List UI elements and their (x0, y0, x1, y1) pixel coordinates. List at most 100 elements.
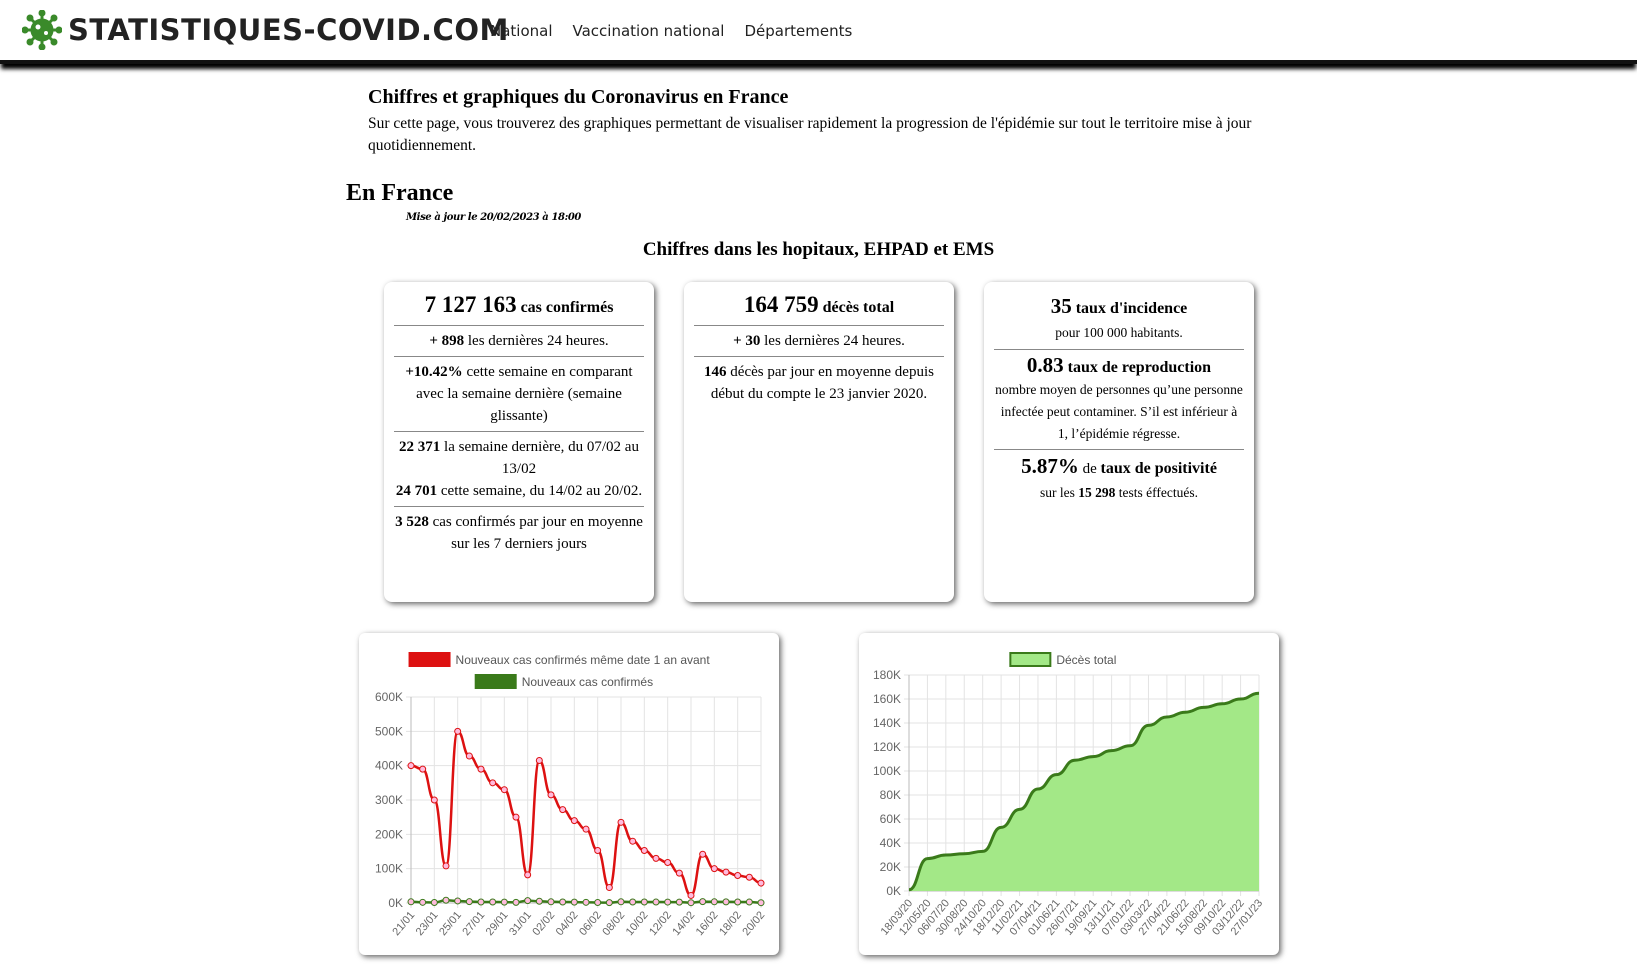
data-point (454, 897, 462, 905)
series-line (410, 730, 762, 897)
data-point (430, 796, 438, 804)
x-tick-label: 12/02 (647, 909, 674, 938)
r-sub: nombre moyen de personnes qu’une personn… (995, 382, 1243, 441)
data-point (407, 762, 415, 770)
update-timestamp: Mise à jour le 20/02/2023 à 18:00 (406, 212, 581, 223)
y-tick-label: 80K (880, 788, 901, 802)
data-point (582, 825, 590, 833)
y-tick-label: 60K (880, 812, 901, 826)
x-tick-label: 10/02 (624, 909, 651, 938)
legend-swatch (408, 652, 451, 667)
x-tick-label: 16/02 (694, 909, 721, 938)
data-point (535, 757, 543, 765)
x-tick-label: 23/01 (414, 909, 441, 938)
data-point (465, 898, 473, 906)
data-point (687, 899, 695, 907)
data-point (699, 850, 707, 858)
deaths-last24-value: + 30 (733, 333, 761, 349)
cases-last24-value: + 898 (429, 333, 465, 349)
cases-last24-label: les dernières 24 heures. (464, 333, 609, 349)
data-point (722, 898, 730, 906)
positivity-sub-pre: sur les (1040, 485, 1079, 500)
deaths-chart-svg: Décès total 0K 20K 40K 60K 80K 100K 120K 140K 160… (873, 652, 1265, 938)
intro-title: Chiffres et graphiques du Coronavirus en… (368, 86, 789, 108)
legend-label: Nouveaux cas confirmés même date 1 an av… (456, 653, 711, 667)
r-label: taux de reproduction (1063, 359, 1212, 376)
cases-week-change: +10.42% (405, 364, 463, 380)
data-point (710, 898, 718, 906)
data-point (722, 868, 730, 876)
data-point (594, 846, 602, 854)
data-point (640, 898, 648, 906)
data-point (629, 837, 637, 845)
intro-text: Sur cette page, vous trouverez des graph… (368, 115, 1252, 154)
y-tick-label: 0K (886, 884, 901, 898)
data-point (582, 898, 590, 906)
data-point (407, 898, 415, 906)
data-point (734, 872, 742, 880)
y-tick-label: 600K (375, 690, 403, 704)
cases-card: 7 127 163 cas confirmés + 898 les derniè… (384, 282, 654, 602)
cases-chart: Nouveaux cas confirmés même date 1 an av… (359, 633, 779, 955)
cases-this-week-value: 24 701 (395, 483, 438, 499)
cases-this-week-label: cette semaine, du 14/02 au 20/02. (437, 483, 643, 499)
x-tick-label: 21/01 (390, 909, 417, 938)
cases-total-label: cas confirmés (516, 299, 614, 316)
y-tick-label: 20K (880, 860, 901, 874)
data-point (430, 898, 438, 906)
x-tick-label: 06/02 (577, 909, 604, 938)
data-point (570, 817, 578, 825)
nav-vaccination-national[interactable]: Vaccination national (573, 22, 725, 40)
data-point (500, 898, 508, 906)
data-point (617, 898, 625, 906)
x-tick-label: 04/02 (554, 909, 581, 938)
y-tick-label: 200K (375, 827, 403, 841)
incidence-value: 35 (1050, 294, 1072, 318)
site-logo[interactable]: STATISTIQUES-COVID.COM (22, 10, 509, 50)
y-tick-label: 100K (375, 862, 403, 876)
cases-last-week-value: 22 371 (399, 439, 441, 455)
data-point (757, 879, 765, 887)
data-point (710, 865, 718, 873)
data-point (594, 898, 602, 906)
data-point (419, 898, 427, 906)
y-tick-label: 100K (873, 764, 901, 778)
data-point (477, 765, 485, 773)
data-point (617, 818, 625, 826)
data-point (664, 898, 672, 906)
y-tick-label: 160K (873, 692, 901, 706)
legend-label: Nouveaux cas confirmés (522, 675, 653, 689)
data-point (524, 871, 532, 879)
incidence-label: taux d'incidence (1071, 300, 1188, 317)
data-point (699, 898, 707, 906)
nav-national[interactable]: National (490, 22, 553, 40)
y-tick-label: 180K (873, 668, 901, 682)
positivity-label: taux de positivité (1100, 460, 1217, 477)
y-tick-label: 300K (375, 793, 403, 807)
x-tick-label: 20/02 (740, 909, 767, 938)
x-tick-label: 25/01 (437, 909, 464, 938)
france-heading: En France (346, 180, 454, 206)
x-tick-label: 08/02 (600, 909, 627, 938)
data-point (512, 898, 520, 906)
deaths-total: 164 759 (743, 292, 819, 317)
deaths-total-label: décès total (818, 299, 895, 316)
data-point (629, 898, 637, 906)
tests-value: 15 298 (1078, 485, 1116, 500)
data-point (640, 846, 648, 854)
virus-icon (22, 10, 62, 50)
data-point (524, 897, 532, 905)
legend-swatch (474, 674, 517, 689)
site-title[interactable]: STATISTIQUES-COVID.COM (68, 13, 509, 47)
y-tick-label: 0K (388, 896, 403, 910)
data-point (570, 898, 578, 906)
data-point (559, 806, 567, 814)
data-point (535, 897, 543, 905)
x-tick-label: 02/02 (530, 909, 557, 938)
data-point (512, 813, 520, 821)
data-point (547, 898, 555, 906)
y-tick-label: 40K (880, 836, 901, 850)
section-title: Chiffres dans les hopitaux, EHPAD et EMS (642, 239, 995, 260)
x-tick-label: 31/01 (507, 909, 534, 938)
nav-departements[interactable]: Départements (744, 22, 852, 40)
